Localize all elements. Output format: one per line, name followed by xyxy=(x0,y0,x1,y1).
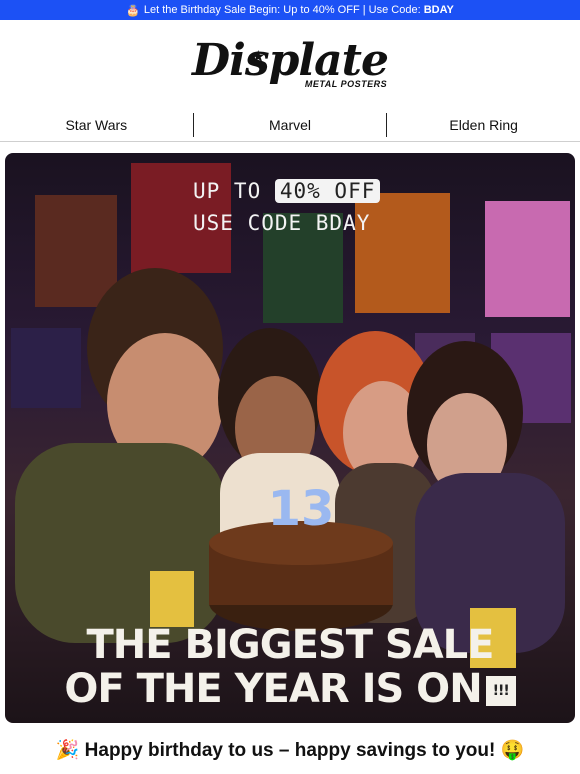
promo-overlay: UP TO 40% OFF USE CODE BDAY xyxy=(193,175,381,239)
hero-headline: THE BIGGEST SALE OF THE YEAR IS ON!!! xyxy=(5,623,575,711)
category-nav: Star Wars Marvel Elden Ring xyxy=(0,108,580,142)
star-icon: ★ xyxy=(252,49,265,65)
wall-poster xyxy=(35,195,117,307)
promo-code-line: USE CODE BDAY xyxy=(193,211,371,235)
discount-highlight: 40% OFF xyxy=(274,179,381,203)
party-cup xyxy=(150,571,194,627)
announcement-bar[interactable]: 🎂 Let the Birthday Sale Begin: Up to 40%… xyxy=(0,0,580,20)
logo-wordmark: Displate ★ xyxy=(192,35,389,86)
promo-code: BDAY xyxy=(423,4,454,16)
birthday-cake-icon: 🎂 xyxy=(126,4,140,17)
wall-poster xyxy=(485,201,570,317)
headline-line-1: THE BIGGEST SALE xyxy=(86,622,495,668)
headline-line-2: OF THE YEAR IS ON xyxy=(64,666,482,712)
announcement-text: Let the Birthday Sale Begin: Up to 40% O… xyxy=(143,4,454,16)
nav-item-elden-ring[interactable]: Elden Ring xyxy=(387,117,580,133)
candle-number: 13 xyxy=(268,481,335,537)
promo-prefix: UP TO xyxy=(193,179,275,203)
nav-item-star-wars[interactable]: Star Wars xyxy=(0,117,193,133)
hero-banner[interactable]: 13 UP TO 40% OFF USE CODE BDAY THE BIGGE… xyxy=(5,153,575,723)
wall-poster xyxy=(11,328,81,408)
burst-badge-icon: !!! xyxy=(485,676,516,706)
nav-item-marvel[interactable]: Marvel xyxy=(194,117,387,133)
birthday-message: 🎉 Happy birthday to us – happy savings t… xyxy=(55,740,525,761)
brand-logo[interactable]: Displate ★ METAL POSTERS xyxy=(0,20,580,108)
